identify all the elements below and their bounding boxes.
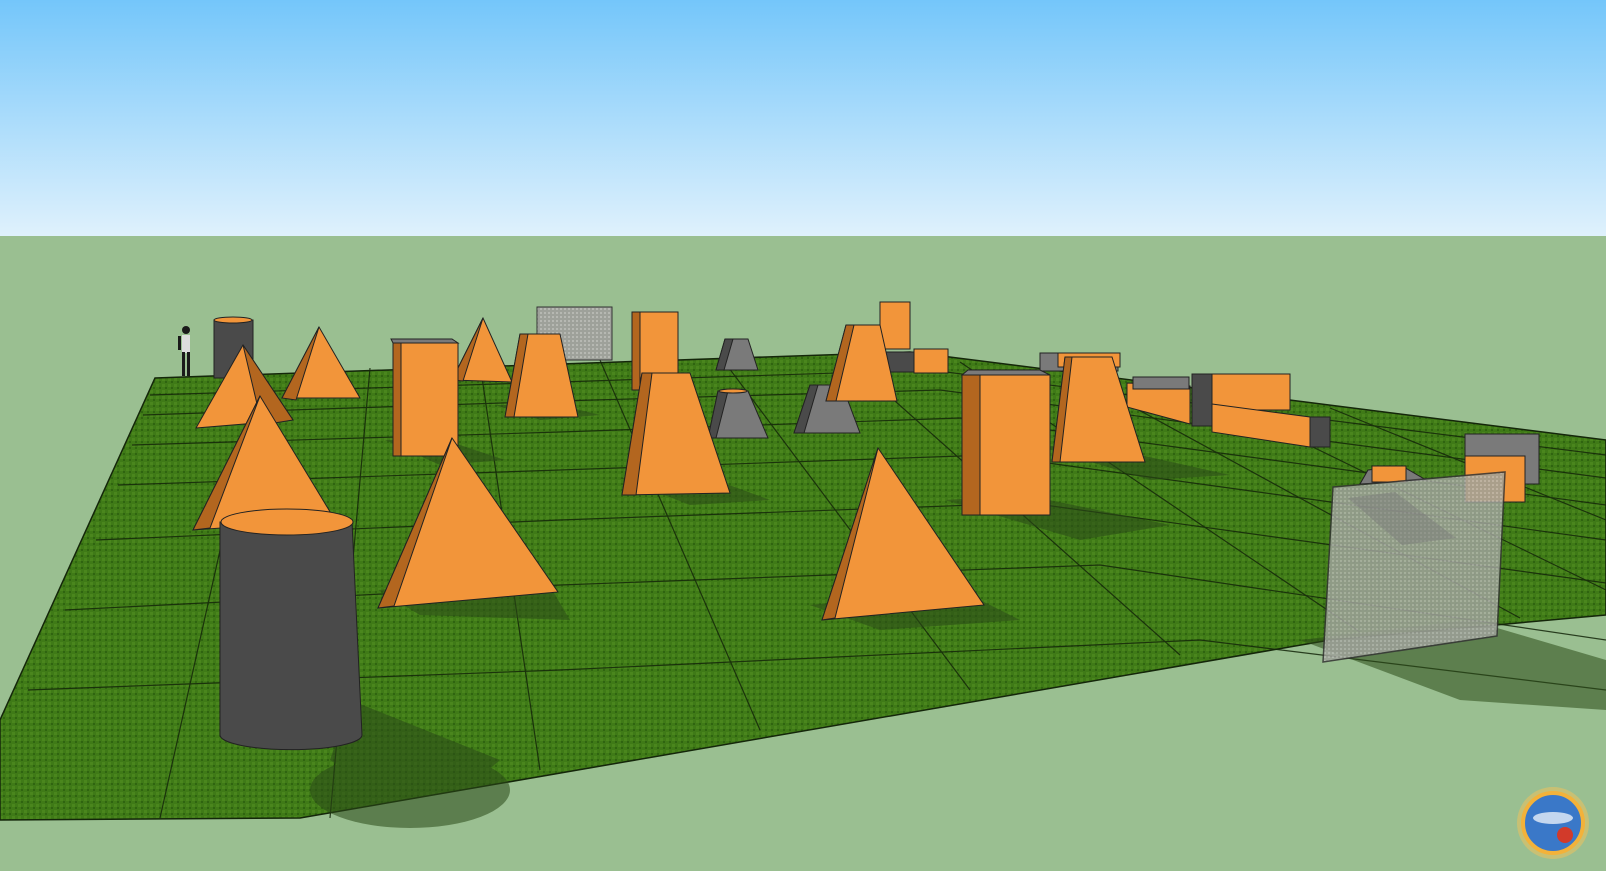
paintball-field-scene — [0, 0, 1606, 871]
logo-badge — [1517, 787, 1589, 859]
gray-cylinder-front — [219, 508, 363, 751]
sky — [0, 0, 1606, 236]
tall-block-right — [960, 369, 1051, 516]
tall-block-left — [390, 338, 460, 457]
net-panel-front — [1322, 471, 1506, 663]
